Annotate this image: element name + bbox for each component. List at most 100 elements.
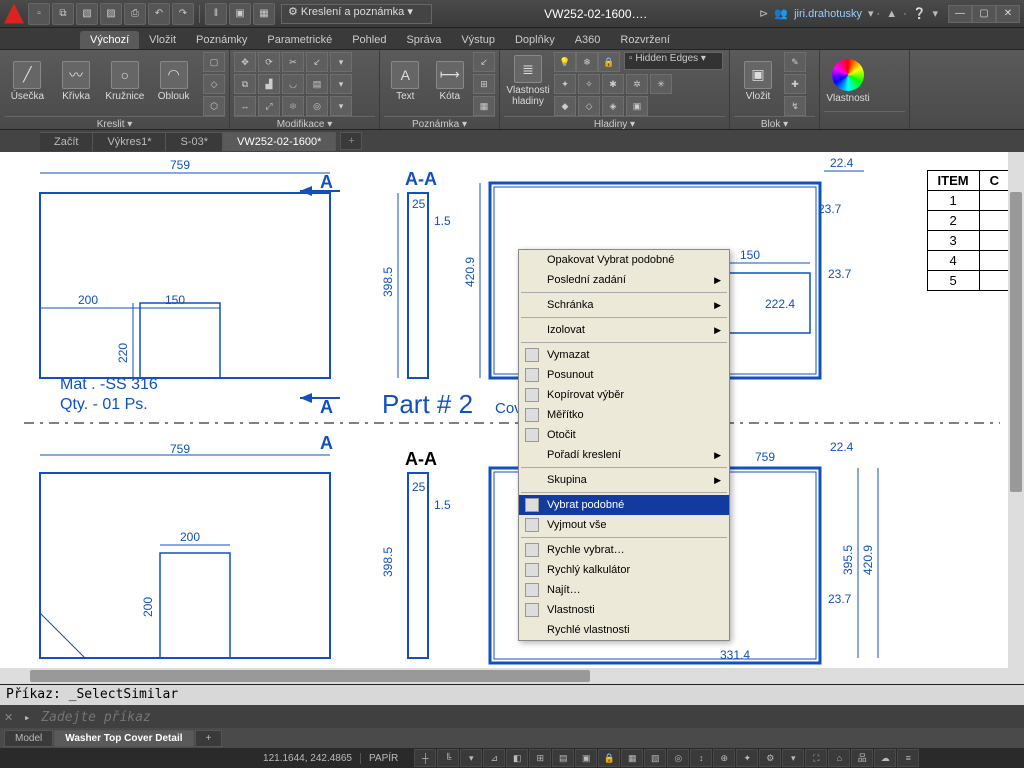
context-menu-item[interactable]: Najít…	[519, 580, 729, 600]
ribbon-tab[interactable]: A360	[565, 31, 611, 49]
doc-tab[interactable]: S-03*	[166, 132, 223, 151]
context-menu-item[interactable]: Vlastnosti	[519, 600, 729, 620]
context-menu-item[interactable]: Kopírovat výběr	[519, 385, 729, 405]
context-menu-item[interactable]: Vyjmout vše	[519, 515, 729, 535]
context-menu-item[interactable]: Opakovat Vybrat podobné	[519, 250, 729, 270]
layout-tab-model[interactable]: Model	[4, 730, 53, 747]
copy-button[interactable]: ⧉	[234, 74, 256, 94]
status-grid-icon[interactable]: ╚	[437, 749, 459, 767]
qat-redo-icon[interactable]: ↷	[172, 3, 194, 25]
maximize-button[interactable]: ▢	[972, 5, 996, 23]
app-logo-icon[interactable]	[4, 4, 24, 24]
panel-title[interactable]: Kreslit ▾	[4, 116, 225, 132]
context-menu-item[interactable]: Pořadí kreslení▶	[519, 445, 729, 465]
context-menu-item[interactable]: Skupina▶	[519, 470, 729, 490]
vertical-scrollbar[interactable]	[1008, 152, 1024, 684]
doc-tab[interactable]: VW252-02-1600*	[223, 132, 336, 151]
context-menu-item[interactable]: Izolovat▶	[519, 320, 729, 340]
polyline-button[interactable]: 〰Křivka	[53, 52, 100, 110]
command-history: Příkaz: _SelectSimilar	[0, 685, 1024, 705]
tool-small-3[interactable]: ⬡	[203, 96, 225, 116]
qat-flag-icon[interactable]: ▣	[229, 3, 251, 25]
user-area: ⊳ 👥 jiri.drahotusky ▾ · ▲ · ❔ ▾	[759, 7, 938, 20]
qat-grid-icon[interactable]: ▦	[253, 3, 275, 25]
context-menu-item[interactable]: Otočit	[519, 425, 729, 445]
menu-item-label: Vlastnosti	[547, 604, 595, 616]
qat-open-icon[interactable]: ⧉	[52, 3, 74, 25]
tool-small-1[interactable]: ▢	[203, 52, 225, 72]
stretch-button[interactable]: ↔	[234, 96, 256, 116]
context-menu-item[interactable]: Posunout	[519, 365, 729, 385]
ribbon-tab[interactable]: Výstup	[451, 31, 505, 49]
close-button[interactable]: ✕	[996, 5, 1020, 23]
dimension-button[interactable]: ⟼Kóta	[429, 52, 472, 110]
help-icon[interactable]: ❔	[913, 7, 927, 20]
user-name[interactable]: jiri.drahotusky	[794, 8, 862, 20]
qat-save-icon[interactable]: ▧	[76, 3, 98, 25]
circle-button[interactable]: ○Kružnice	[102, 52, 149, 110]
ribbon-tab[interactable]: Výchozí	[80, 31, 139, 49]
trim-button[interactable]: ✂	[282, 52, 304, 72]
add-layout-tab[interactable]: +	[195, 730, 223, 747]
doc-tab[interactable]: Výkres1*	[93, 132, 166, 151]
context-menu-item[interactable]: Rychlé vlastnosti	[519, 620, 729, 640]
qat-saveas-icon[interactable]: ▨	[100, 3, 122, 25]
properties-button[interactable]: Vlastnosti	[824, 52, 872, 110]
line-button[interactable]: ╱Úsečka	[4, 52, 51, 110]
text-button[interactable]: AText	[384, 52, 427, 110]
move-button[interactable]: ✥	[234, 52, 256, 72]
qat-pause-icon[interactable]: ‖	[205, 3, 227, 25]
doc-tab[interactable]: Začít	[40, 132, 93, 151]
context-menu-item[interactable]: Poslední zadání▶	[519, 270, 729, 290]
exchange-icon[interactable]: ▲	[886, 8, 897, 20]
mirror-button[interactable]: ▟	[258, 74, 280, 94]
workspace-selector[interactable]: ⚙ Kreslení a poznámka ▾	[281, 4, 432, 24]
command-input[interactable]	[37, 708, 1024, 727]
qat-plot-icon[interactable]: ⎙	[124, 3, 146, 25]
scale-button[interactable]: ⤢	[258, 96, 280, 116]
arc-button[interactable]: ◠Oblouk	[150, 52, 197, 110]
qat-new-icon[interactable]: ▫	[28, 3, 50, 25]
panel-title[interactable]: Modifikace ▾	[234, 116, 375, 132]
ribbon-tab[interactable]: Doplňky	[505, 31, 565, 49]
ribbon-tab[interactable]: Poznámky	[186, 31, 257, 49]
insert-block-button[interactable]: ▣Vložit	[734, 52, 782, 110]
context-menu-item[interactable]: Vybrat podobné	[519, 495, 729, 515]
horizontal-scrollbar[interactable]	[0, 668, 1008, 684]
ribbon-tab[interactable]: Pohled	[342, 31, 396, 49]
context-menu-item[interactable]: Vymazat	[519, 345, 729, 365]
status-osnap-icon[interactable]: ┼	[414, 749, 436, 767]
array-button[interactable]: ፨	[282, 96, 304, 116]
ribbon-tab[interactable]: Správa	[396, 31, 451, 49]
minimize-button[interactable]: —	[948, 5, 972, 23]
close-cmd-icon[interactable]: ✕	[0, 711, 17, 724]
qat-undo-icon[interactable]: ↶	[148, 3, 170, 25]
ribbon-tab[interactable]: Vložit	[139, 31, 186, 49]
svg-text:222.4: 222.4	[765, 297, 795, 311]
drawing-canvas[interactable]: 759 A 200 150 220 A Mat . -SS 316 Qty. -…	[0, 152, 1024, 684]
context-menu-item[interactable]: Schránka▶	[519, 295, 729, 315]
ribbon-tab[interactable]: Parametrické	[257, 31, 342, 49]
customize-status-icon[interactable]: ≡	[897, 749, 919, 767]
layer-combo[interactable]: ▫ Hidden Edges ▾	[624, 52, 723, 70]
layer-properties-button[interactable]: ≣Vlastnosti hladiny	[504, 52, 552, 110]
layout-tab[interactable]: Washer Top Cover Detail	[54, 730, 193, 747]
svg-text:1.5: 1.5	[434, 498, 451, 512]
rotate-button[interactable]: ⟳	[258, 52, 280, 72]
panel-title[interactable]: Hladiny ▾	[504, 116, 725, 132]
space-indicator[interactable]: PAPÍR	[360, 753, 406, 764]
svg-text:220: 220	[116, 343, 130, 363]
fillet-button[interactable]: ◡	[282, 74, 304, 94]
svg-text:398.5: 398.5	[381, 267, 395, 297]
tool-small-2[interactable]: ◇	[203, 74, 225, 94]
keyword-icon[interactable]: ⊳	[759, 7, 768, 20]
panel-title[interactable]: Blok ▾	[734, 116, 815, 132]
context-menu-item[interactable]: Rychle vybrat…	[519, 540, 729, 560]
signin-icon[interactable]: 👥	[774, 7, 788, 20]
context-menu-item[interactable]: Měřítko	[519, 405, 729, 425]
context-menu-item[interactable]: Rychlý kalkulátor	[519, 560, 729, 580]
text-icon: A	[391, 61, 419, 89]
add-doc-tab[interactable]: +	[340, 132, 362, 150]
ribbon-tab[interactable]: Rozvržení	[610, 31, 680, 49]
panel-title[interactable]: Poznámka ▾	[384, 116, 495, 132]
